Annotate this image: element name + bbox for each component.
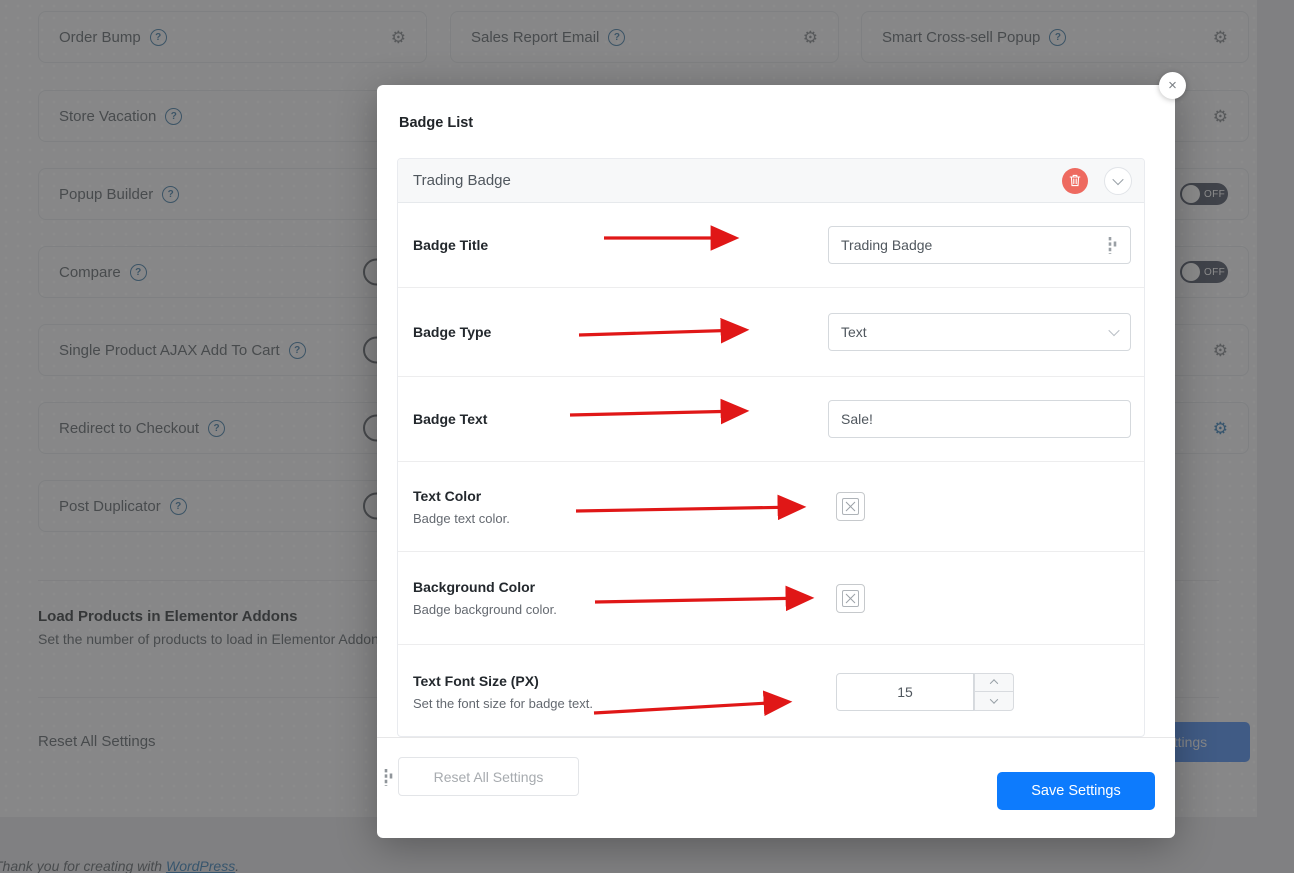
field-label: Badge Text <box>413 411 488 427</box>
badge-text-input[interactable] <box>828 400 1131 438</box>
page: Order Bump ? ⚙ Sales Report Email ? ⚙ Sm… <box>0 0 1294 873</box>
modal-title: Badge List <box>399 115 474 131</box>
field-row-badge-type: Badge Type Text <box>398 288 1144 377</box>
field-label: Text Color <box>413 487 482 504</box>
trash-icon <box>1069 174 1081 187</box>
stepper-up-button[interactable] <box>974 672 1014 691</box>
field-row-badge-text: Badge Text <box>398 377 1144 462</box>
badge-list-modal: Badge List Trading Badge Badge Title Tra… <box>377 85 1175 838</box>
field-label: Text Font Size (PX) <box>413 672 539 689</box>
text-cursor-icon <box>1108 237 1117 254</box>
stepper-down-button[interactable] <box>974 691 1014 711</box>
badge-accordion: Trading Badge Badge Title Trading Badge … <box>397 158 1145 737</box>
field-row-font-size: Text Font Size (PX) Set the font size fo… <box>398 645 1144 736</box>
text-cursor-icon <box>384 769 393 786</box>
chevron-up-icon <box>989 679 999 688</box>
text-color-picker-button[interactable] <box>836 492 865 521</box>
number-stepper <box>974 672 1014 711</box>
field-description: Badge background color. <box>413 602 557 617</box>
field-label: Badge Title <box>413 237 489 253</box>
chevron-down-icon <box>1112 173 1124 185</box>
field-label: Badge Type <box>413 324 492 340</box>
font-size-input[interactable] <box>836 672 974 711</box>
close-icon[interactable]: × <box>1159 72 1186 99</box>
modal-reset-all-settings-button[interactable]: Reset All Settings <box>398 757 579 796</box>
badge-title-input[interactable] <box>828 226 1131 264</box>
selected-option: Text <box>841 324 867 340</box>
chevron-down-icon <box>1108 324 1120 337</box>
delete-badge-button[interactable] <box>1062 167 1088 194</box>
field-row-badge-title: Badge Title <box>398 203 1144 288</box>
field-label: Background Color <box>413 579 536 595</box>
modal-footer-divider <box>377 737 1175 738</box>
clear-color-icon <box>842 498 859 515</box>
chevron-down-icon <box>989 695 999 704</box>
field-description: Set the font size for badge text. <box>413 695 593 711</box>
background-color-picker-button[interactable] <box>836 583 865 613</box>
modal-save-settings-button[interactable]: Save Settings <box>997 772 1155 810</box>
badge-type-select[interactable]: Text <box>828 313 1131 351</box>
field-row-text-color: Text Color Badge text color. <box>398 462 1144 552</box>
clear-color-icon <box>842 589 859 607</box>
accordion-title: Trading Badge <box>413 172 511 189</box>
field-description: Badge text color. <box>413 510 510 526</box>
collapse-badge-button[interactable] <box>1104 166 1132 195</box>
field-row-background-color: Background Color Badge background color. <box>398 552 1144 645</box>
accordion-header[interactable]: Trading Badge <box>398 159 1144 203</box>
